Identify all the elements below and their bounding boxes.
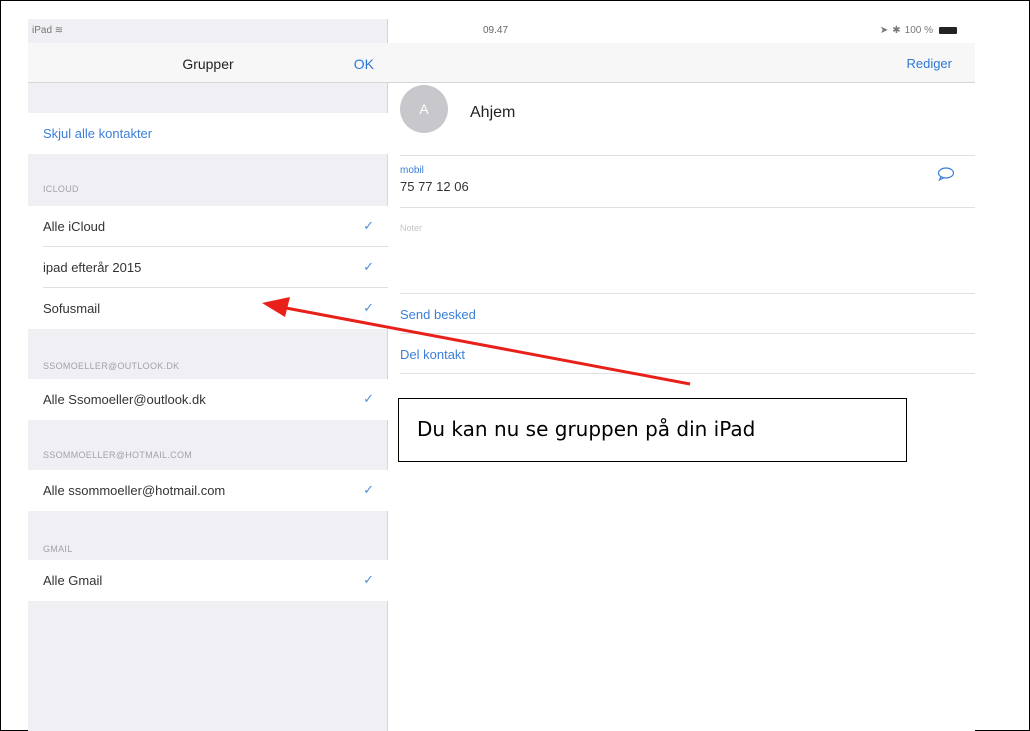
divider (400, 333, 975, 334)
carrier-label: iPad ≋ (32, 25, 64, 36)
group-label: Alle Ssomoeller@outlook.dk (43, 392, 206, 407)
status-indicators: ➤ ✱ 100 % (880, 25, 957, 36)
contact-name: Ahjem (470, 104, 516, 121)
section-header-outlook: SSOMOELLER@OUTLOOK.DK (43, 361, 180, 371)
divider (400, 155, 975, 156)
share-contact-button[interactable]: Del kontakt (400, 347, 465, 362)
phone-number[interactable]: 75 77 12 06 (400, 179, 469, 194)
section-header-gmail: GMAIL (43, 544, 73, 554)
group-label: Alle ssommoeller@hotmail.com (43, 483, 226, 498)
bluetooth-icon: ✱ (892, 25, 901, 36)
contact-detail-panel: Rediger A Ahjem mobil 75 77 12 06 Noter … (388, 19, 975, 731)
battery-percent: 100 % (904, 25, 933, 36)
group-label: Alle iCloud (43, 219, 106, 234)
group-label: Alle Gmail (43, 573, 103, 588)
group-label: Sofusmail (43, 301, 101, 316)
ok-button[interactable]: OK (354, 56, 374, 72)
status-bar: iPad ≋ 09.47 ➤ ✱ 100 % (28, 19, 975, 43)
checkmark-icon: ✓ (363, 259, 374, 274)
hide-all-label: Skjul alle kontakter (43, 126, 153, 141)
annotation-callout: Du kan nu se gruppen på din iPad (398, 398, 907, 462)
divider (400, 207, 975, 208)
ipad-screen: Grupper OK Skjul alle kontakter ICLOUD A… (28, 19, 975, 731)
phone-label: mobil (400, 165, 424, 176)
group-row-sofusmail[interactable]: Sofusmail ✓ (28, 288, 388, 329)
wifi-icon: ≋ (54, 25, 64, 36)
group-row-alle-gmail[interactable]: Alle Gmail ✓ (28, 560, 388, 601)
avatar: A (400, 85, 448, 133)
groups-panel: Grupper OK Skjul alle kontakter ICLOUD A… (28, 19, 388, 731)
group-row-alle-hotmail[interactable]: Alle ssommoeller@hotmail.com ✓ (28, 470, 388, 511)
groups-title: Grupper (182, 56, 234, 72)
checkmark-icon: ✓ (363, 218, 374, 233)
checkmark-icon: ✓ (363, 572, 374, 587)
location-icon: ➤ (879, 25, 889, 36)
divider (400, 373, 975, 374)
checkmark-icon: ✓ (363, 300, 374, 315)
avatar-initial: A (419, 101, 429, 117)
edit-button[interactable]: Rediger (906, 56, 952, 71)
hide-all-contacts-button[interactable]: Skjul alle kontakter (28, 113, 388, 154)
checkmark-icon: ✓ (363, 482, 374, 497)
document-frame: Grupper OK Skjul alle kontakter ICLOUD A… (0, 0, 1030, 731)
section-header-icloud: ICLOUD (43, 184, 79, 194)
notes-field[interactable]: Noter (400, 223, 422, 233)
divider (400, 293, 975, 294)
message-bubble-icon[interactable] (937, 167, 955, 181)
group-row-alle-outlook[interactable]: Alle Ssomoeller@outlook.dk ✓ (28, 379, 388, 420)
groups-nav-bar: Grupper OK (28, 43, 388, 83)
status-time: 09.47 (483, 25, 509, 36)
battery-icon (939, 27, 957, 34)
group-row-ipad-efteraar-2015[interactable]: ipad efterår 2015 ✓ (28, 247, 388, 288)
section-header-hotmail: SSOMMOELLER@HOTMAIL.COM (43, 450, 193, 460)
checkmark-icon: ✓ (363, 391, 374, 406)
group-row-alle-icloud[interactable]: Alle iCloud ✓ (28, 206, 388, 247)
contact-nav-bar: Rediger (388, 43, 975, 83)
group-label: ipad efterår 2015 (43, 260, 142, 275)
send-message-button[interactable]: Send besked (400, 307, 476, 322)
